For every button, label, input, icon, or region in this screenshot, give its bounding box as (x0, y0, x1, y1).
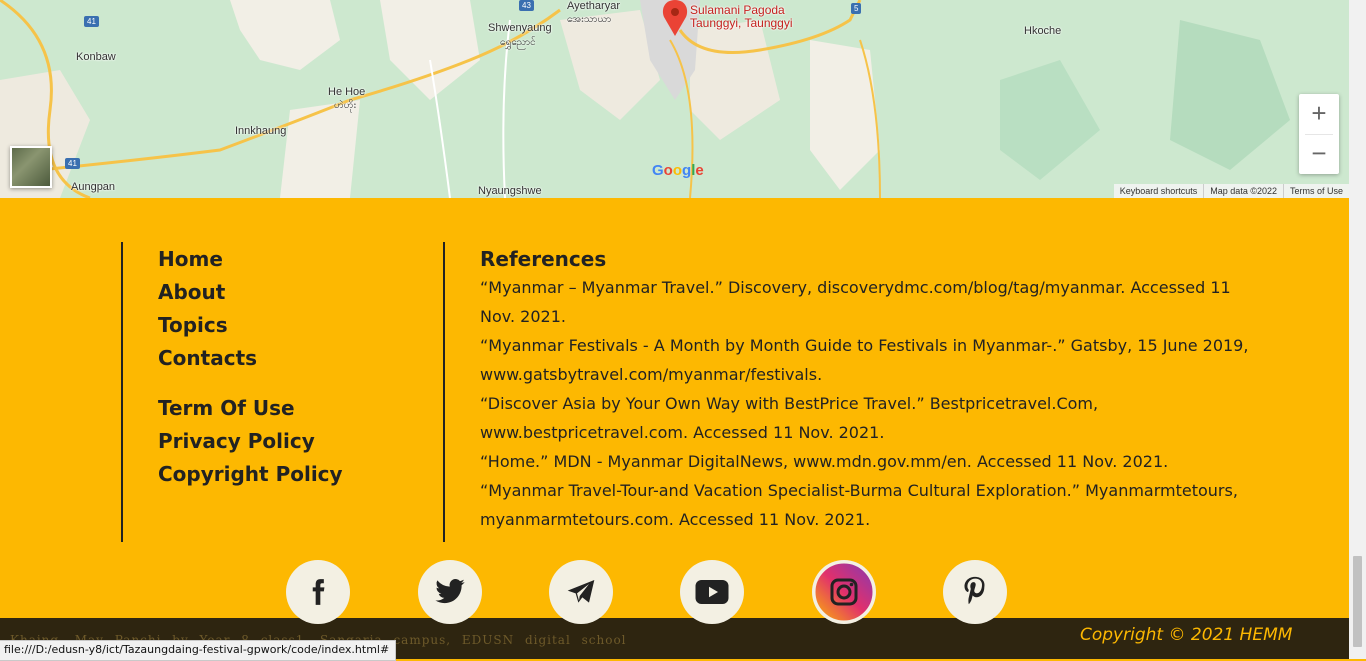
terms-of-use-link[interactable]: Terms of Use (1282, 184, 1349, 198)
youtube-link[interactable] (680, 560, 744, 624)
reference-item: “Myanmar Travel-Tour-and Vacation Specia… (480, 481, 1238, 529)
references-section: References “Myanmar – Myanmar Travel.” D… (480, 245, 1270, 534)
browser-status-bar: file:///D:/edusn-y8/ict/Tazaungdaing-fes… (0, 640, 397, 661)
place-label: Aungpan (71, 181, 116, 193)
facebook-icon (312, 579, 325, 605)
reference-item: “Myanmar – Myanmar Travel.” Discovery, d… (480, 278, 1231, 326)
copyright-policy-link[interactable]: Copyright Policy (158, 460, 343, 493)
facebook-link[interactable] (286, 560, 350, 624)
map-attribution: Keyboard shortcuts Map data ©2022 Terms … (1113, 184, 1349, 198)
map-embed[interactable]: Ayetharyar အေးသာယာ Shwenyaung ရွှေညောင် … (0, 0, 1349, 198)
road-shield: 41 (65, 158, 80, 169)
google-logo: Google (652, 162, 704, 179)
telegram-link[interactable] (549, 560, 613, 624)
references-title: References (480, 247, 607, 271)
privacy-policy-link[interactable]: Privacy Policy (158, 427, 343, 460)
road-shield: 43 (519, 0, 534, 11)
road-shield: 5 (851, 3, 862, 14)
zoom-in-button[interactable]: + (1299, 94, 1339, 134)
place-label: အေးသာယာ (567, 14, 612, 25)
youtube-icon (695, 580, 729, 604)
zoom-control: + − (1299, 94, 1339, 174)
place-label: ဟဲဟိုး (334, 100, 357, 111)
pinterest-icon (964, 576, 985, 605)
instagram-link[interactable] (812, 560, 876, 624)
reference-item: “Discover Asia by Your Own Way with Best… (480, 394, 1099, 442)
place-label: Innkhaung (235, 125, 287, 137)
page-scrollbar[interactable] (1349, 0, 1366, 659)
term-of-use-link[interactable]: Term Of Use (158, 394, 343, 427)
zoom-divider (1305, 134, 1333, 135)
place-label: He Hoe (328, 86, 366, 98)
place-label: Hkoche (1024, 25, 1062, 37)
map-pin-label[interactable]: Sulamani Pagoda Taunggyi, Taunggyi (690, 4, 793, 30)
map-data-label: Map data ©2022 (1203, 184, 1283, 198)
nav-about-link[interactable]: About (158, 278, 343, 311)
reference-item: “Myanmar Festivals - A Month by Month Gu… (480, 336, 1249, 384)
twitter-icon (435, 579, 465, 604)
place-label: Ayetharyar (567, 0, 620, 12)
nav-contacts-link[interactable]: Contacts (158, 344, 343, 377)
place-label: Konbaw (76, 51, 116, 63)
zoom-out-button[interactable]: − (1299, 134, 1339, 174)
place-label: Nyaungshwe (478, 185, 542, 197)
place-label: ရွှေညောင် (500, 37, 536, 48)
nav-home-link[interactable]: Home (158, 245, 343, 278)
reference-item: “Home.” MDN - Myanmar DigitalNews, www.m… (480, 452, 1169, 471)
road-shield: 41 (84, 16, 99, 27)
nav-topics-link[interactable]: Topics (158, 311, 343, 344)
instagram-icon (812, 560, 876, 624)
pin-label-line2: Taunggyi, Taunggyi (690, 16, 793, 30)
place-label: Shwenyaung (488, 22, 552, 34)
footer-nav: Home About Topics Contacts Term Of Use P… (158, 245, 343, 493)
pinterest-link[interactable] (943, 560, 1007, 624)
copyright-text: Copyright © 2021 HEMM (1080, 625, 1293, 645)
keyboard-shortcuts-link[interactable]: Keyboard shortcuts (1114, 184, 1204, 198)
satellite-toggle-button[interactable] (10, 146, 52, 188)
left-divider (121, 242, 123, 542)
middle-divider (443, 242, 445, 542)
twitter-link[interactable] (418, 560, 482, 624)
telegram-icon (567, 580, 595, 603)
scrollbar-thumb[interactable] (1353, 556, 1362, 647)
